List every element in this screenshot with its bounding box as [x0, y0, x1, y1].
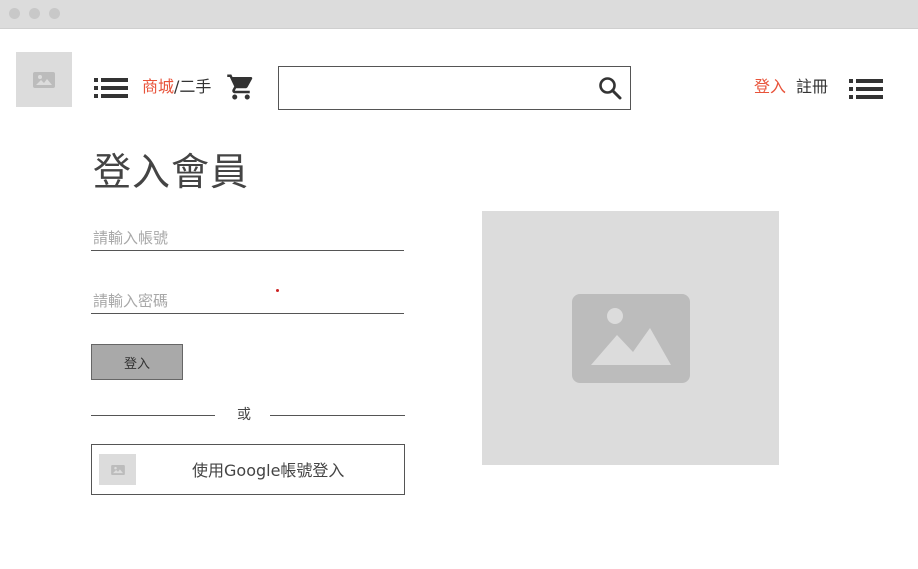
- window-close-dot[interactable]: [9, 8, 20, 19]
- page-title: 登入會員: [93, 150, 250, 194]
- login-submit-button[interactable]: 登入: [91, 344, 183, 380]
- hero-image: [482, 211, 779, 465]
- window-minimize-dot[interactable]: [29, 8, 40, 19]
- breadcrumb: 商城/二手: [142, 77, 211, 97]
- header-register-link[interactable]: 註冊: [796, 77, 828, 97]
- image-placeholder-icon: [571, 293, 690, 383]
- google-icon-placeholder: [99, 454, 136, 485]
- window-titlebar: [0, 0, 918, 29]
- cursor-marker: [276, 289, 279, 292]
- divider-or-text: 或: [237, 407, 251, 423]
- account-field[interactable]: [91, 225, 404, 251]
- google-login-label: 使用Google帳號登入: [192, 461, 345, 480]
- search-icon[interactable]: [598, 76, 622, 100]
- divider-line-left: [91, 415, 215, 416]
- image-placeholder-icon: [110, 464, 125, 475]
- image-placeholder-icon: [33, 71, 55, 88]
- breadcrumb-current: 二手: [179, 77, 212, 96]
- password-field[interactable]: [91, 288, 404, 314]
- list-menu-icon[interactable]: [94, 78, 128, 98]
- window-maximize-dot[interactable]: [49, 8, 60, 19]
- google-login-button[interactable]: 使用Google帳號登入: [91, 444, 405, 495]
- shopping-cart-icon[interactable]: [226, 72, 256, 102]
- list-menu-icon[interactable]: [849, 79, 883, 99]
- breadcrumb-link-mall[interactable]: 商城: [142, 77, 174, 96]
- site-logo[interactable]: [16, 52, 72, 107]
- search-bar: [278, 66, 631, 110]
- header-login-link[interactable]: 登入: [754, 77, 786, 97]
- search-input[interactable]: [279, 67, 589, 109]
- divider-line-right: [270, 415, 405, 416]
